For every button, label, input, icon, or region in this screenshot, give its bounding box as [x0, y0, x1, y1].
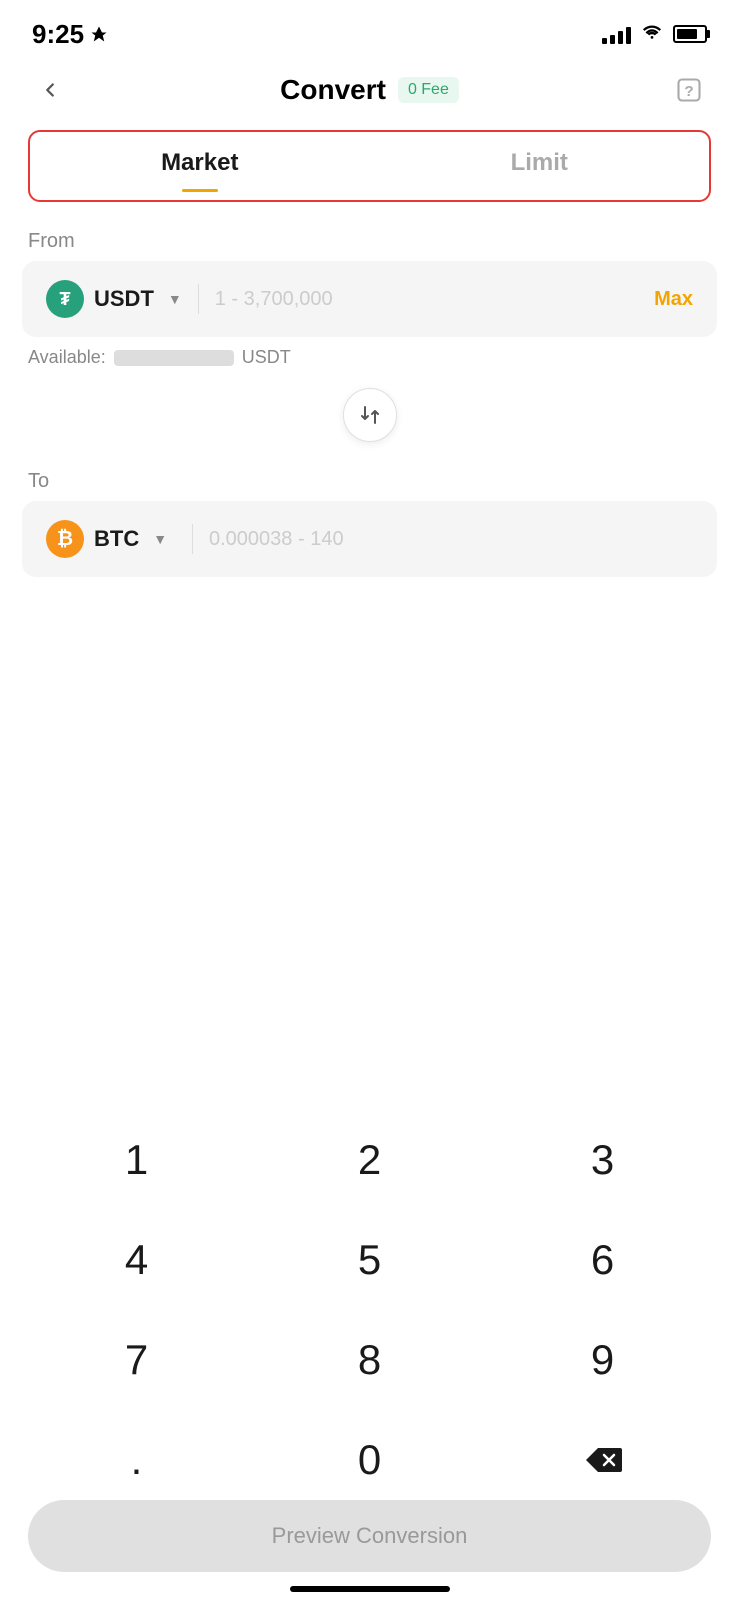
tab-market[interactable]: Market	[30, 132, 370, 200]
btc-icon: ₿	[46, 520, 84, 558]
available-label: Available:	[28, 347, 106, 368]
keypad: 1 2 3 4 5 6 7 8 9 . 0	[0, 1110, 739, 1510]
from-currency-name: USDT	[94, 286, 154, 312]
tab-limit[interactable]: Limit	[370, 132, 710, 200]
key-5[interactable]: 5	[253, 1210, 486, 1310]
status-bar: 9:25	[0, 0, 739, 60]
wifi-svg	[641, 22, 663, 40]
key-9[interactable]: 9	[486, 1310, 719, 1410]
max-button[interactable]: Max	[654, 288, 693, 311]
keypad-row-2: 4 5 6	[20, 1210, 719, 1310]
page-title: Convert	[280, 74, 386, 106]
time-display: 9:25	[32, 19, 84, 50]
key-1[interactable]: 1	[20, 1110, 253, 1210]
to-label: To	[0, 452, 739, 501]
to-currency-selector[interactable]: ₿ BTC ▼	[46, 520, 176, 558]
key-6[interactable]: 6	[486, 1210, 719, 1310]
key-4[interactable]: 4	[20, 1210, 253, 1310]
to-dropdown-arrow: ▼	[153, 531, 167, 547]
key-0[interactable]: 0	[253, 1410, 486, 1510]
tab-limit-label: Limit	[511, 149, 568, 177]
from-currency-selector[interactable]: ₮ USDT ▼	[46, 280, 182, 318]
key-7[interactable]: 7	[20, 1310, 253, 1410]
keypad-row-3: 7 8 9	[20, 1310, 719, 1410]
from-label: From	[0, 212, 739, 261]
from-divider	[198, 284, 199, 314]
status-icons	[602, 22, 707, 46]
svg-text:?: ?	[684, 83, 693, 100]
swap-button[interactable]	[343, 388, 397, 442]
keypad-row-4: . 0	[20, 1410, 719, 1510]
available-amount-blurred	[114, 350, 234, 366]
battery-icon	[673, 25, 707, 43]
to-range: 0.000038 - 140	[209, 528, 693, 551]
back-button[interactable]	[30, 70, 70, 110]
usdt-icon: ₮	[46, 280, 84, 318]
signal-icon	[602, 24, 631, 44]
header: Convert 0 Fee ?	[0, 60, 739, 120]
from-range: 1 - 3,700,000	[215, 288, 654, 311]
preview-conversion-button[interactable]: Preview Conversion	[28, 1500, 711, 1572]
available-currency: USDT	[242, 347, 291, 368]
to-currency-box: ₿ BTC ▼ 0.000038 - 140	[22, 501, 717, 577]
help-button[interactable]: ?	[669, 70, 709, 110]
key-2[interactable]: 2	[253, 1110, 486, 1210]
key-3[interactable]: 3	[486, 1110, 719, 1210]
to-divider	[192, 524, 193, 554]
wifi-icon	[641, 22, 663, 46]
key-backspace[interactable]	[486, 1410, 719, 1510]
available-row: Available: USDT	[0, 337, 739, 378]
to-currency-name: BTC	[94, 526, 139, 552]
from-dropdown-arrow: ▼	[168, 291, 182, 307]
location-icon	[90, 25, 108, 43]
home-indicator	[290, 1586, 450, 1592]
fee-badge: 0 Fee	[398, 77, 459, 103]
status-time: 9:25	[32, 19, 108, 50]
key-8[interactable]: 8	[253, 1310, 486, 1410]
swap-container	[0, 378, 739, 452]
key-decimal[interactable]: .	[20, 1410, 253, 1510]
header-center: Convert 0 Fee	[280, 74, 459, 106]
tab-active-indicator	[182, 189, 218, 192]
preview-btn-label: Preview Conversion	[272, 1523, 468, 1549]
tab-switcher: Market Limit	[28, 130, 711, 202]
keypad-row-1: 1 2 3	[20, 1110, 719, 1210]
from-currency-box: ₮ USDT ▼ 1 - 3,700,000 Max	[22, 261, 717, 337]
tab-market-label: Market	[161, 149, 238, 177]
